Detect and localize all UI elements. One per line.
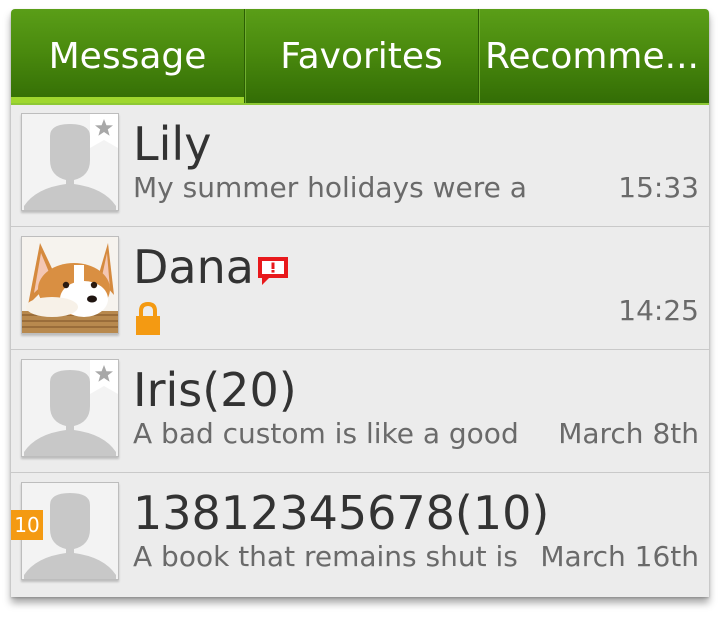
star-icon [90, 360, 118, 394]
conversation-row-iris[interactable]: Iris(20) A bad custom is like a good Mar… [11, 351, 709, 473]
tab-recommended[interactable]: Recomme... [478, 9, 709, 103]
conversation-row-phone[interactable]: 10 13812345678(10) A book that remains s… [11, 474, 709, 596]
message-panel: Message Favorites Recomme... Lily My sum… [11, 9, 709, 597]
corgi-photo-icon [22, 237, 118, 333]
conversation-row-lily[interactable]: Lily My summer holidays were a 15:33 [11, 105, 709, 227]
message-preview: A book that remains shut is [133, 540, 518, 573]
message-preview: My summer holidays were a [133, 171, 527, 204]
tab-bar: Message Favorites Recomme... [11, 9, 709, 103]
star-icon [90, 114, 118, 148]
tab-favorites[interactable]: Favorites [244, 9, 478, 103]
message-time: March 8th [558, 417, 699, 450]
message-time: 14:25 [618, 294, 699, 327]
contact-name: Dana [133, 240, 254, 294]
message-time: 15:33 [618, 171, 699, 204]
contact-name: Lily [133, 117, 212, 171]
message-time: March 16th [540, 540, 699, 573]
lock-icon [136, 302, 160, 335]
corgi-photo-avatar [21, 236, 119, 334]
tab-message-label: Message [48, 35, 207, 77]
unread-count-badge: 10 [11, 510, 43, 540]
contact-name: Iris(20) [133, 363, 297, 417]
default-avatar-icon [21, 359, 119, 457]
tab-message[interactable]: Message [11, 9, 244, 103]
contact-name: 13812345678(10) [133, 486, 550, 540]
alert-icon [258, 257, 288, 285]
tab-favorites-label: Favorites [280, 35, 443, 77]
default-avatar-icon [21, 113, 119, 211]
message-preview: A bad custom is like a good [133, 417, 519, 450]
tab-recommended-label: Recomme... [485, 35, 699, 77]
conversation-row-dana[interactable]: Dana 14:25 [11, 228, 709, 350]
